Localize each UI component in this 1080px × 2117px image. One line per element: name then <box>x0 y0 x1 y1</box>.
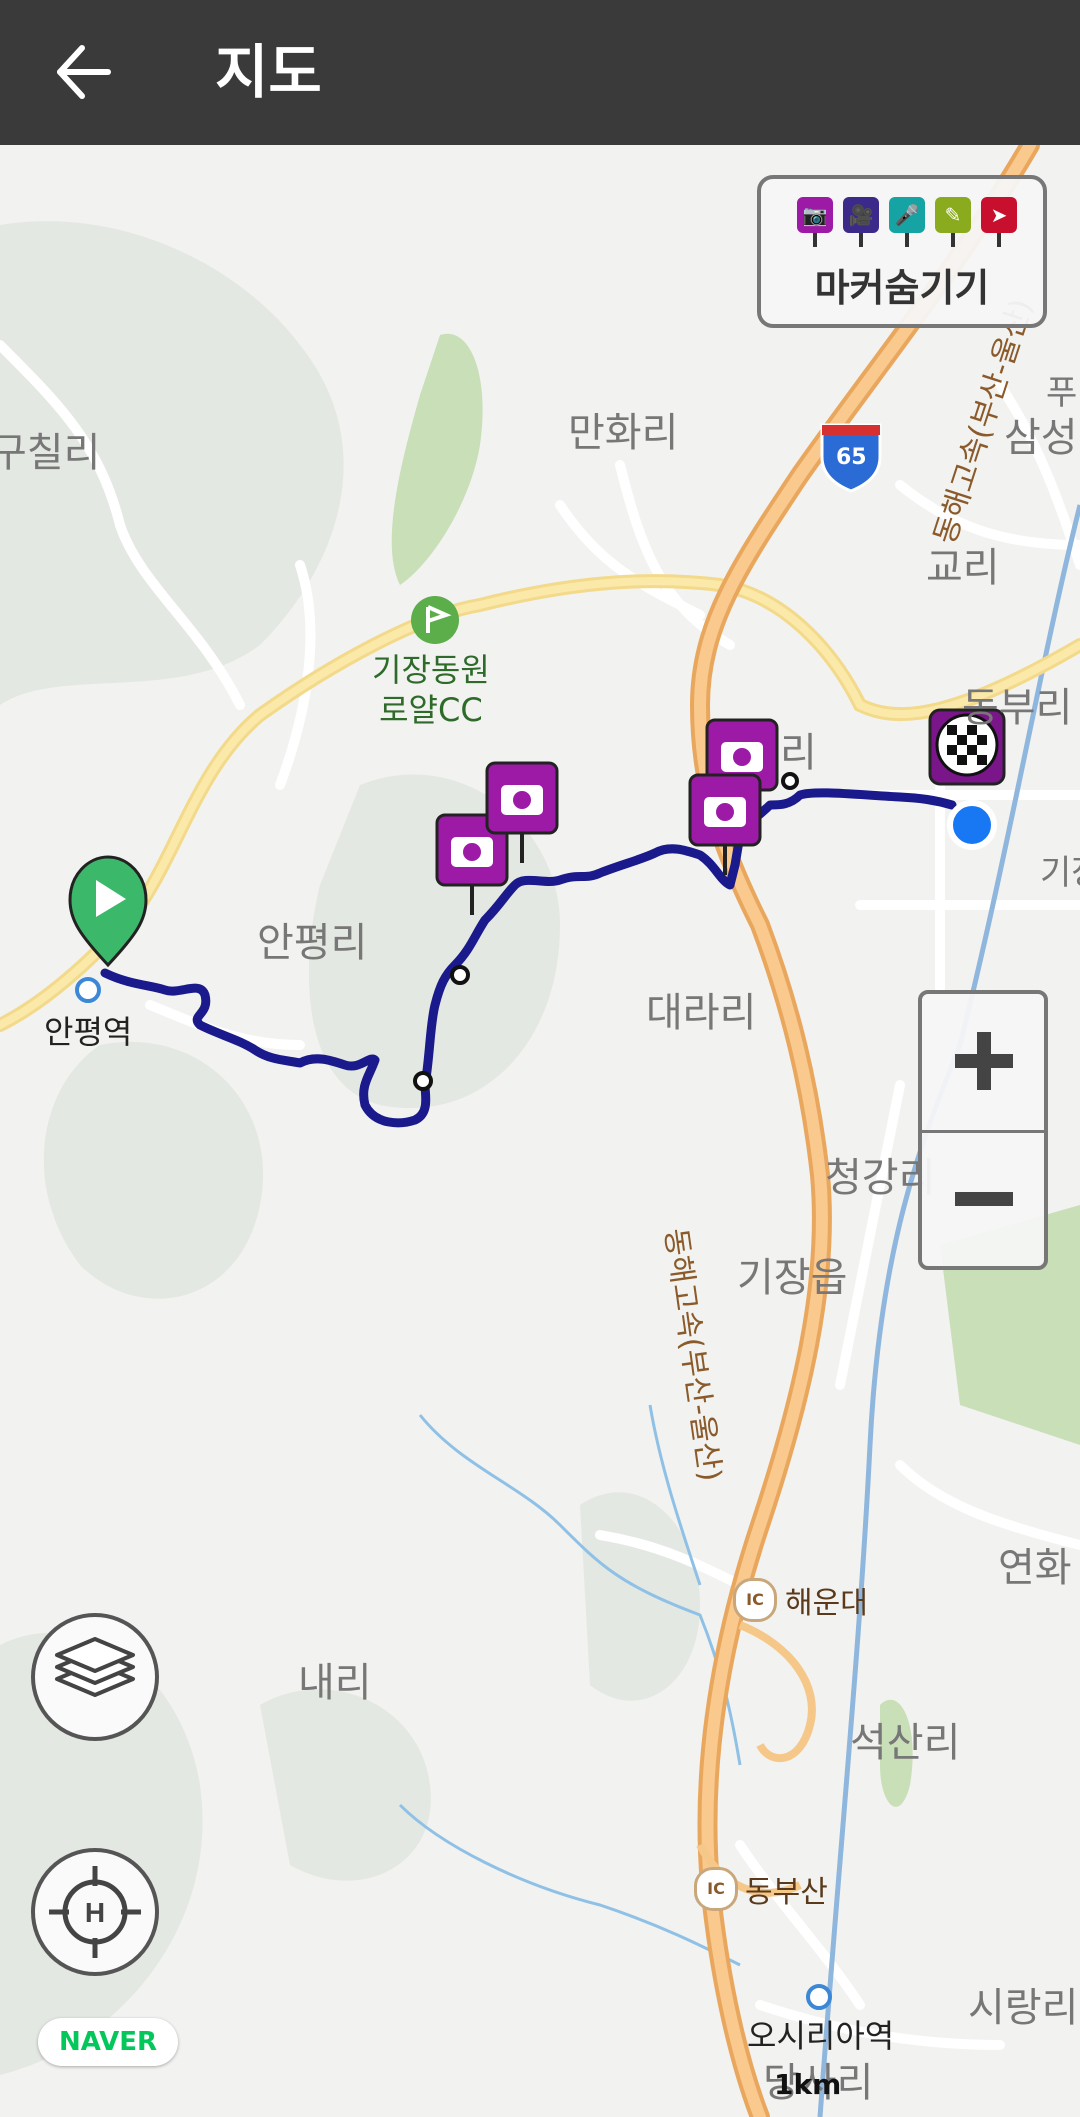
map-label: 안평리 <box>257 920 368 966</box>
arrow-left-icon <box>57 45 111 99</box>
map-label-ic: 해운대 <box>785 1586 868 1621</box>
video-marker-icon: 🎥 <box>843 197 879 247</box>
map-label: 만화리 <box>568 410 679 456</box>
page-title: 지도 <box>215 38 322 106</box>
app-bar: 지도 <box>0 0 1080 145</box>
map-label-station: 안평역 <box>44 1013 133 1051</box>
minus-icon <box>955 1192 1013 1206</box>
map-label: 구칠리 <box>0 430 101 476</box>
start-pin <box>68 855 148 968</box>
ic-badge: IC <box>694 1867 738 1911</box>
map-label: 연화 <box>998 1545 1072 1591</box>
map-label: 시랑리 <box>968 1985 1079 2031</box>
map-label: 기장 <box>1040 853 1080 893</box>
map-label: 기장읍 <box>737 1255 848 1301</box>
memo-marker-icon: ✎ <box>935 197 971 247</box>
map-label: 석산리 <box>850 1720 961 1766</box>
scale-label: 1km <box>774 2068 842 2101</box>
ic-badge: IC <box>733 1578 777 1622</box>
layers-icon <box>55 1637 135 1697</box>
plus-icon <box>955 1032 1013 1090</box>
hide-markers-label: 마커숨기기 <box>814 266 990 310</box>
camera-marker-icon: 📷 <box>797 197 833 247</box>
map-view[interactable]: 구칠리 만화리 기장동원 로얄CC 안평리 안평역 교리 삼성 푸 동부리 기장… <box>0 145 1080 2117</box>
map-label-ic: 동부산 <box>745 1875 828 1910</box>
mic-marker-icon: 🎤 <box>889 197 925 247</box>
flag-marker-icon: ➤ <box>981 197 1017 247</box>
crosshair-home-icon: H <box>49 1866 141 1958</box>
zoom-in-button[interactable] <box>922 994 1044 1133</box>
zoom-out-button[interactable] <box>922 1132 1044 1266</box>
route-65-label: 65 <box>836 445 867 470</box>
map-label: 내리 <box>298 1660 372 1706</box>
map-label: 푸 <box>1046 373 1078 413</box>
hide-markers-button[interactable]: 📷 🎥 🎤 ✎ ➤ 마커숨기기 <box>757 175 1047 328</box>
svg-text:H: H <box>85 1897 105 1928</box>
zoom-control <box>918 990 1048 1270</box>
naver-logo[interactable]: NAVER <box>38 2018 178 2066</box>
back-button[interactable] <box>40 30 130 115</box>
map-label: 리 <box>780 730 817 776</box>
map-label: 동부리 <box>962 685 1073 731</box>
layers-button[interactable] <box>31 1613 159 1741</box>
current-location-dot <box>947 800 997 850</box>
map-label-golf: 기장동원 로얄CC <box>372 651 490 729</box>
map-label: 대라리 <box>646 990 757 1036</box>
locate-home-button[interactable]: H <box>31 1848 159 1976</box>
